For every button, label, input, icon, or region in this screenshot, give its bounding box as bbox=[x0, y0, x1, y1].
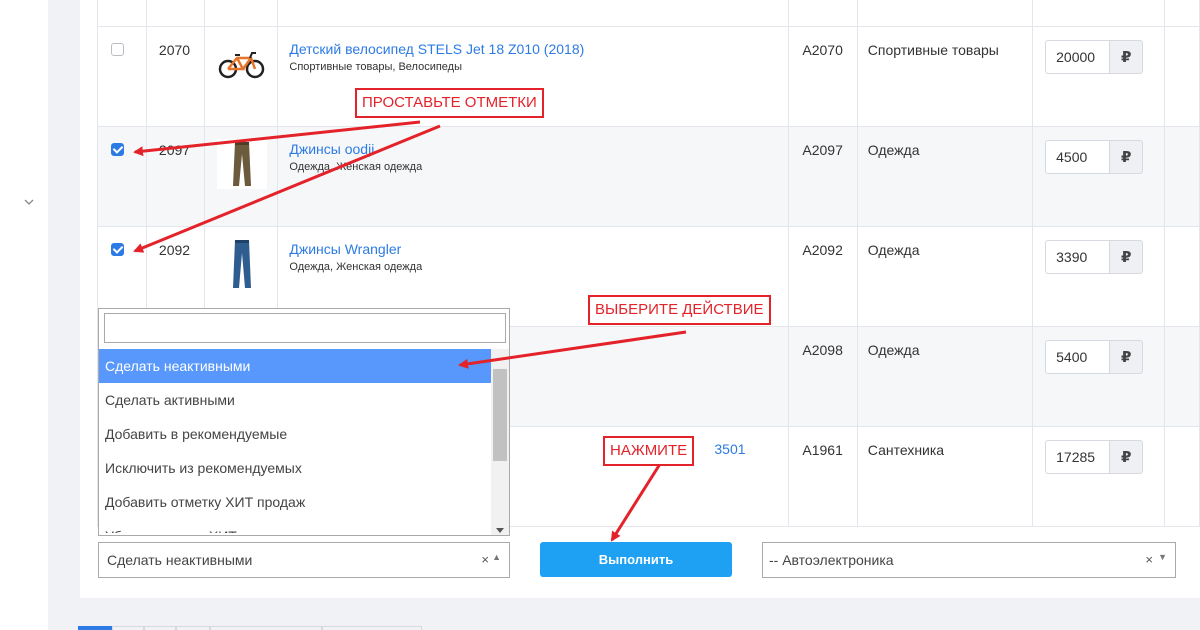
dropdown-option[interactable]: Добавить отметку ХИТ продаж bbox=[99, 485, 491, 519]
dropdown-scrollbar[interactable] bbox=[491, 349, 509, 535]
row-checkbox[interactable] bbox=[111, 42, 124, 56]
scrollbar-thumb[interactable] bbox=[493, 369, 507, 461]
product-name-link[interactable]: 3501 bbox=[714, 441, 788, 457]
dropdown-option[interactable]: Убрать отметку ХИТ продаж bbox=[99, 519, 491, 533]
scroll-down-arrow-icon[interactable] bbox=[496, 528, 504, 533]
dropdown-option[interactable]: Исключить из рекомендуемых bbox=[99, 451, 491, 485]
product-categories: Одежда, Женская одежда bbox=[289, 160, 423, 173]
pants-icon bbox=[217, 138, 268, 189]
price-input[interactable]: 4500 bbox=[1045, 139, 1111, 174]
product-category: Сантехника bbox=[867, 441, 945, 458]
caret-down-icon[interactable]: ▼ bbox=[1158, 552, 1167, 562]
annotation-press: НАЖМИТЕ bbox=[603, 436, 695, 466]
product-id: 2070 bbox=[158, 41, 191, 58]
product-categories: Одежда, Женская одежда bbox=[289, 260, 423, 273]
clear-icon[interactable]: × bbox=[481, 552, 489, 567]
product-sku: A2097 bbox=[802, 141, 843, 158]
bulk-action-dropdown: Сделать неактивными Сделать активными До… bbox=[98, 308, 510, 536]
row-checkbox[interactable] bbox=[111, 142, 124, 156]
product-sku: A2098 bbox=[802, 341, 843, 358]
row-checkbox[interactable] bbox=[111, 242, 124, 256]
category-select[interactable]: -- Автоэлектроника × ▼ bbox=[762, 542, 1176, 578]
product-sku: A2070 bbox=[802, 41, 843, 58]
dropdown-option[interactable]: Сделать неактивными bbox=[99, 349, 491, 383]
annotation-choose: ВЫБЕРИТЕ ДЕЙСТВИЕ bbox=[588, 295, 771, 325]
price-input[interactable]: 3390 bbox=[1045, 239, 1111, 274]
product-category: Спортивные товары bbox=[867, 41, 999, 58]
left-sidebar bbox=[0, 0, 48, 630]
ruble-icon: ₽ bbox=[1110, 439, 1144, 474]
bulk-action-selected: Сделать неактивными bbox=[107, 552, 253, 568]
price-input[interactable]: 5400 bbox=[1045, 339, 1111, 374]
ruble-icon: ₽ bbox=[1110, 139, 1144, 174]
caret-up-icon[interactable]: ▲ bbox=[492, 552, 501, 562]
table-row: 2097 Джинсы oodji Одежда, Женская одежда… bbox=[97, 126, 1200, 227]
category-select-value: -- Автоэлектроника bbox=[769, 552, 894, 568]
product-category: Одежда bbox=[867, 241, 920, 258]
price-input[interactable]: 17285 bbox=[1045, 439, 1111, 474]
bicycle-icon bbox=[217, 39, 267, 89]
run-button[interactable]: Выполнить bbox=[540, 542, 732, 577]
dropdown-search-input[interactable] bbox=[104, 313, 506, 343]
pagination bbox=[78, 626, 458, 630]
chevron-down-icon[interactable] bbox=[24, 196, 38, 210]
clear-icon[interactable]: × bbox=[1145, 552, 1153, 567]
table-row: 2070 Детский велосипед STELS Jet 18 Z010… bbox=[97, 26, 1200, 127]
jeans-icon bbox=[217, 239, 267, 289]
product-name-link[interactable]: Джинсы Wrangler bbox=[289, 241, 788, 257]
ruble-icon: ₽ bbox=[1110, 239, 1144, 274]
product-category: Одежда bbox=[867, 141, 920, 158]
bulk-action-select[interactable]: Сделать неактивными × ▲ bbox=[98, 542, 510, 578]
product-sku: A1961 bbox=[802, 441, 843, 458]
product-name-link[interactable]: Детский велосипед STELS Jet 18 Z010 (201… bbox=[289, 41, 788, 57]
product-id: 2097 bbox=[158, 141, 191, 158]
product-name-link[interactable]: Джинсы oodji bbox=[289, 141, 788, 157]
ruble-icon: ₽ bbox=[1110, 39, 1144, 74]
dropdown-option[interactable]: Сделать активными bbox=[99, 383, 491, 417]
ruble-icon: ₽ bbox=[1110, 339, 1144, 374]
product-id: 2092 bbox=[158, 241, 191, 258]
annotation-mark: ПРОСТАВЬТЕ ОТМЕТКИ bbox=[355, 88, 544, 118]
product-category: Одежда bbox=[867, 341, 920, 358]
price-input[interactable]: 20000 bbox=[1045, 39, 1111, 74]
product-categories: Спортивные товары, Велосипеды bbox=[289, 60, 463, 73]
product-sku: A2092 bbox=[802, 241, 843, 258]
dropdown-options: Сделать неактивными Сделать активными До… bbox=[99, 349, 491, 533]
dropdown-option[interactable]: Добавить в рекомендуемые bbox=[99, 417, 491, 451]
